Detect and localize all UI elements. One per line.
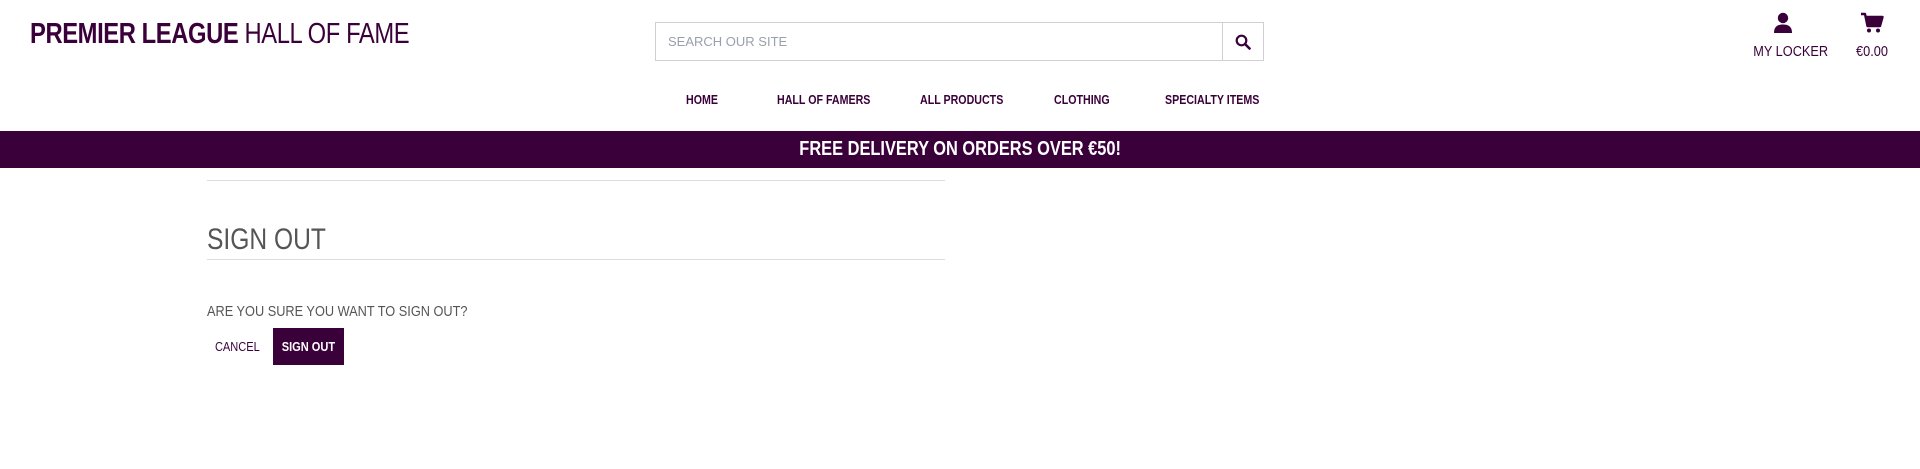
nav-item-all-products[interactable]: ALL PRODUCTS	[920, 92, 1003, 107]
sign-out-button[interactable]: SIGN OUT	[273, 328, 344, 365]
main-nav: HOME HALL OF FAMERS ALL PRODUCTS CLOTHIN…	[0, 92, 1920, 114]
brand-light-text: HALL OF FAME	[244, 18, 410, 50]
cancel-button-label: CANCEL	[214, 339, 260, 354]
delivery-banner-text: FREE DELIVERY ON ORDERS OVER €50!	[799, 138, 1121, 160]
cart-link[interactable]: €0.00	[1852, 12, 1892, 60]
my-locker-link[interactable]: MY LOCKER	[1748, 12, 1829, 60]
nav-item-specialty-items[interactable]: SPECIALTY ITEMS	[1165, 92, 1259, 107]
nav-item-hall-of-famers[interactable]: HALL OF FAMERS	[777, 92, 870, 107]
nav-item-clothing[interactable]: CLOTHING	[1054, 92, 1110, 107]
sign-out-button-label: SIGN OUT	[281, 339, 336, 354]
site-logo[interactable]: PREMIER LEAGUE HALL OF FAME	[30, 18, 410, 51]
nav-item-home[interactable]: HOME	[686, 92, 718, 107]
search-form	[655, 22, 1264, 61]
brand-bold-text: PREMIER LEAGUE	[30, 18, 239, 50]
sign-out-question: ARE YOU SURE YOU WANT TO SIGN OUT?	[207, 303, 468, 320]
page-title: SIGN OUT	[207, 222, 326, 256]
site-header: PREMIER LEAGUE HALL OF FAME MY LOCKER €0…	[0, 0, 1920, 131]
delivery-banner: FREE DELIVERY ON ORDERS OVER €50!	[0, 131, 1920, 168]
divider	[207, 259, 945, 260]
cancel-button[interactable]: CANCEL	[207, 328, 267, 365]
divider	[207, 180, 945, 181]
search-button[interactable]	[1222, 22, 1264, 61]
shopping-cart-icon	[1861, 12, 1884, 33]
search-icon	[1235, 34, 1251, 50]
cart-total: €0.00	[1856, 43, 1888, 60]
my-locker-label: MY LOCKER	[1753, 43, 1829, 60]
user-icon	[1774, 12, 1792, 33]
search-input[interactable]	[655, 22, 1222, 61]
